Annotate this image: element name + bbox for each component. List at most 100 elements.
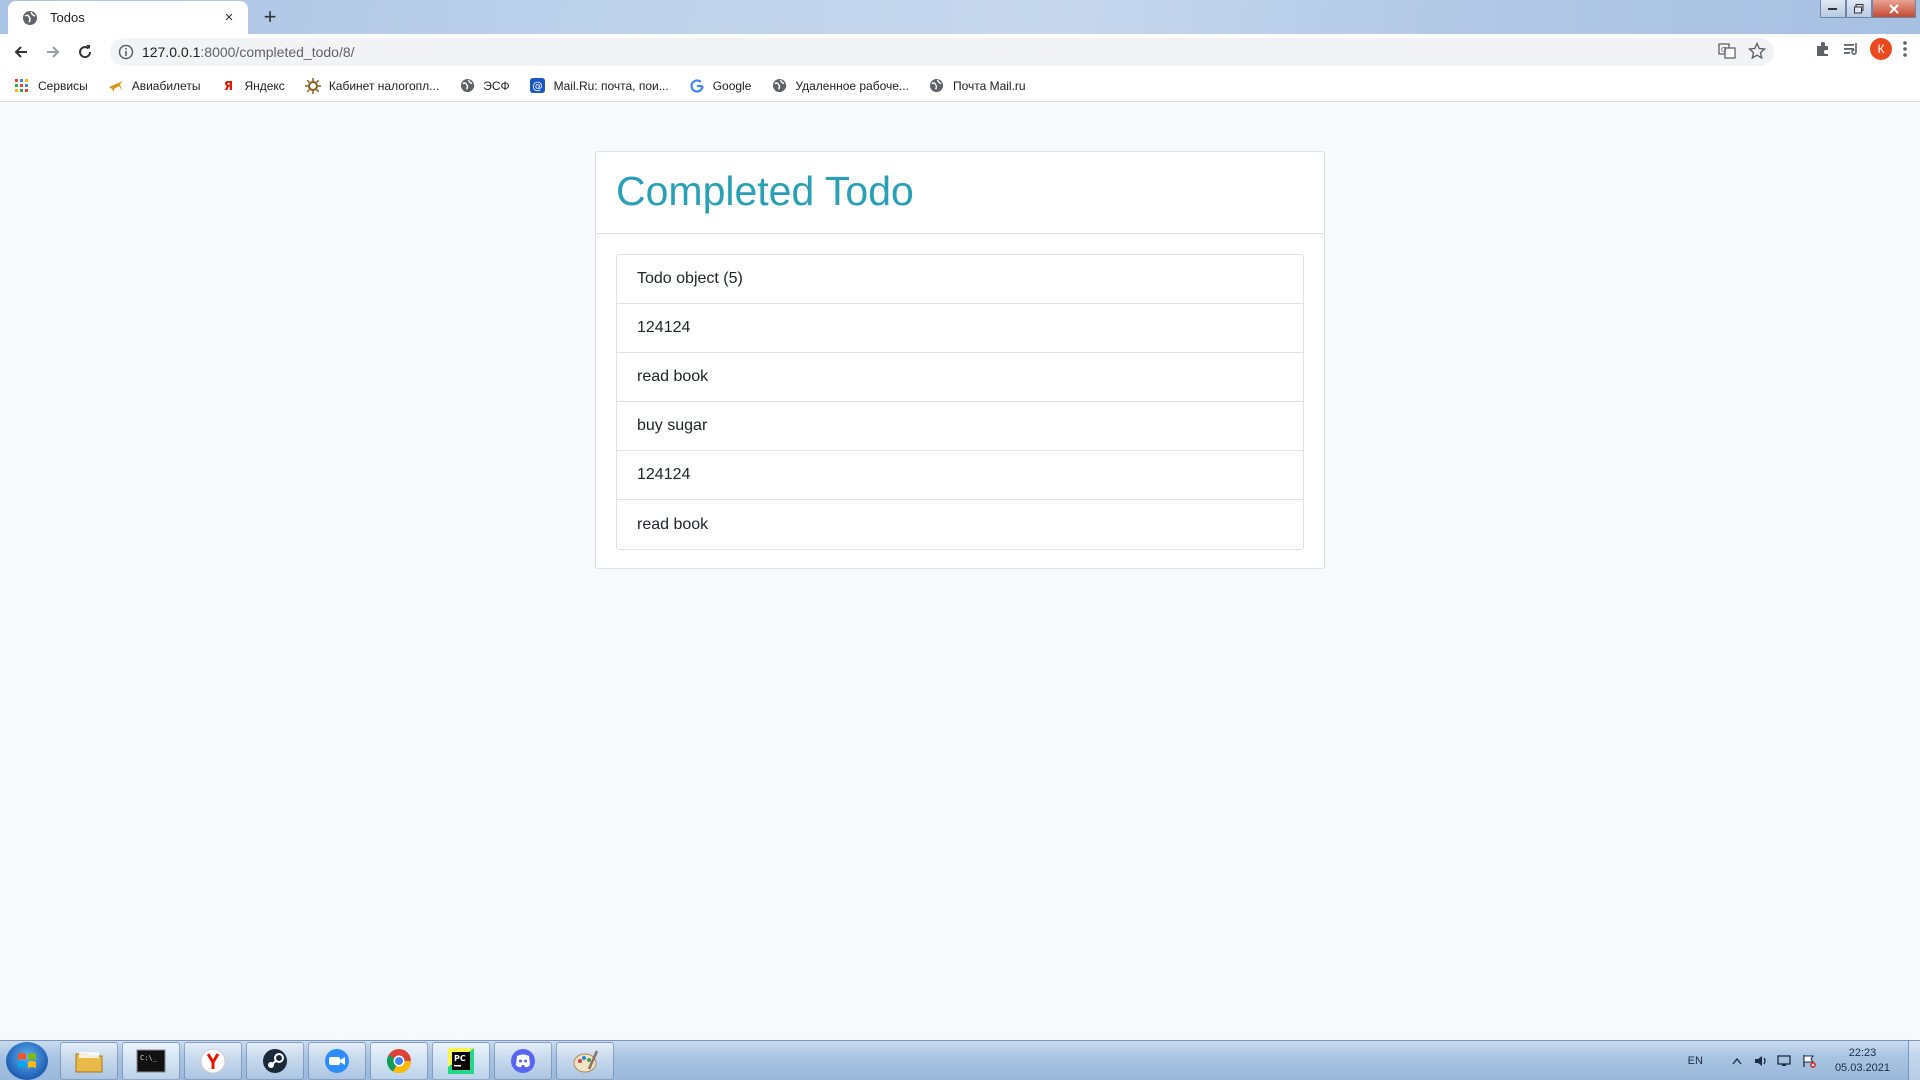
show-hidden-icons-icon[interactable] (1729, 1053, 1745, 1069)
zoom-icon (325, 1049, 349, 1073)
yandex-browser-icon (200, 1048, 226, 1074)
restore-button[interactable] (1846, 0, 1872, 18)
bookmark-yandex[interactable]: Я Яндекс (220, 78, 285, 94)
chrome-icon (386, 1049, 411, 1074)
taskbar-pycharm[interactable]: PC (432, 1042, 490, 1080)
card-body: Todo object (5) 124124 read book buy sug… (596, 234, 1324, 570)
forward-button[interactable] (39, 38, 67, 66)
discord-icon (511, 1049, 535, 1073)
windows-logo-icon (18, 1053, 36, 1068)
network-icon[interactable] (1777, 1053, 1793, 1069)
bookmark-label: Сервисы (38, 78, 88, 93)
close-window-button[interactable] (1872, 0, 1916, 18)
info-icon[interactable] (118, 44, 134, 60)
mail-at-icon: @ (530, 78, 546, 94)
show-desktop-button[interactable] (1908, 1041, 1920, 1080)
back-button[interactable] (7, 38, 35, 66)
bookmarks-bar: Сервисы Авиабилеты Я Яндекс Кабинет нало… (0, 70, 1920, 102)
more-menu-icon[interactable] (1902, 40, 1908, 58)
card-header: Completed Todo (596, 152, 1324, 234)
windows-taskbar: C:\_ PC EN 22:23 05.03.2021 (0, 1040, 1920, 1080)
reload-icon (79, 45, 92, 59)
reload-button[interactable] (71, 38, 99, 66)
url-text: 127.0.0.1:8000/completed_todo/8/ (142, 44, 355, 60)
globe-icon (771, 78, 787, 94)
sun-icon (304, 77, 321, 94)
taskbar-yandex-browser[interactable] (184, 1042, 242, 1080)
bookmark-label: Авиабилеты (131, 78, 201, 93)
page-title: Completed Todo (616, 168, 914, 214)
completed-todo-card: Completed Todo Todo object (5) 124124 re… (595, 151, 1325, 569)
clock-time: 22:23 (1848, 1047, 1877, 1059)
bookmark-mailru[interactable]: @ Mail.Ru: почта, пои... (530, 78, 669, 94)
bookmark-star-icon[interactable] (1748, 42, 1766, 60)
window-controls (1820, 0, 1916, 18)
address-bar[interactable]: 127.0.0.1:8000/completed_todo/8/ G (110, 38, 1774, 66)
svg-text:C:\_: C:\_ (140, 1054, 158, 1062)
taskbar-file-explorer[interactable] (60, 1042, 118, 1080)
tab-todos[interactable]: Todos × (8, 1, 248, 34)
list-item: buy sugar (617, 402, 1303, 451)
clock-date: 05.03.2021 (1834, 1062, 1890, 1074)
bookmark-google[interactable]: Google (689, 78, 752, 94)
tab-close-icon[interactable]: × (220, 9, 238, 27)
bookmark-pochta-mailru[interactable]: Почта Mail.ru (929, 78, 1026, 94)
globe-icon (459, 78, 475, 94)
taskbar-chrome[interactable] (370, 1042, 428, 1080)
svg-text:G: G (1721, 46, 1726, 54)
taskbar-terminal[interactable]: C:\_ (122, 1042, 180, 1080)
profile-avatar[interactable]: К (1870, 38, 1892, 60)
arrow-left-icon (14, 46, 27, 58)
bookmark-label: Удаленное рабоче... (795, 78, 909, 93)
extensions-puzzle-icon[interactable] (1814, 40, 1832, 58)
volume-icon[interactable] (1753, 1053, 1769, 1069)
bookmark-services[interactable]: Сервисы (14, 78, 88, 94)
list-item: read book (617, 500, 1303, 549)
list-item: read book (617, 353, 1303, 402)
file-explorer-icon (75, 1052, 103, 1073)
tab-title: Todos (50, 10, 85, 25)
bookmark-label: Mail.Ru: почта, пои... (553, 78, 669, 93)
apps-grid-icon (14, 78, 30, 94)
bookmark-label: Google (712, 78, 752, 93)
svg-text:PC: PC (454, 1054, 466, 1063)
paint-icon (573, 1050, 599, 1073)
taskbar-paint[interactable] (556, 1042, 614, 1080)
steam-icon (263, 1049, 287, 1073)
bookmark-label: Яндекс (244, 78, 285, 93)
bookmark-aviabilety[interactable]: Авиабилеты (108, 78, 201, 94)
bookmark-label: ЭСФ (483, 78, 510, 93)
system-tray: EN 22:23 05.03.2021 (1688, 1041, 1920, 1080)
bookmark-remote-desktop[interactable]: Удаленное рабоче... (771, 78, 909, 94)
media-queue-icon[interactable] (1842, 40, 1860, 58)
translate-icon[interactable]: G (1718, 42, 1736, 60)
bookmark-label: Почта Mail.ru (952, 78, 1026, 93)
language-indicator[interactable]: EN (1688, 1055, 1703, 1067)
globe-icon (929, 78, 945, 94)
url-host: 127.0.0.1 (142, 44, 201, 60)
browser-toolbar: 127.0.0.1:8000/completed_todo/8/ G К (0, 34, 1920, 70)
todo-list: Todo object (5) 124124 read book buy sug… (616, 254, 1304, 550)
taskbar-zoom[interactable] (308, 1042, 366, 1080)
svg-text:@: @ (532, 80, 542, 92)
start-button[interactable] (6, 1042, 48, 1080)
bookmark-label: Кабинет налогопл... (328, 78, 440, 93)
terminal-icon: C:\_ (136, 1049, 166, 1073)
globe-icon (22, 10, 38, 26)
yandex-icon: Я (223, 78, 234, 93)
system-clock[interactable]: 22:23 05.03.2021 (1835, 1046, 1890, 1076)
airplane-icon (108, 78, 124, 94)
pycharm-icon: PC (448, 1048, 474, 1074)
new-tab-button[interactable]: + (255, 4, 285, 30)
action-center-flag-icon[interactable] (1801, 1053, 1817, 1069)
google-icon (689, 78, 705, 94)
bookmark-esf[interactable]: ЭСФ (459, 78, 510, 94)
browser-titlebar: Todos × + (0, 0, 1920, 34)
omnibox-actions: G (1718, 42, 1766, 60)
taskbar-steam[interactable] (246, 1042, 304, 1080)
list-item: 124124 (617, 304, 1303, 353)
minimize-button[interactable] (1820, 0, 1846, 18)
bookmark-kabinet[interactable]: Кабинет налогопл... (304, 77, 440, 94)
taskbar-discord[interactable] (494, 1042, 552, 1080)
toolbar-right: К (1814, 38, 1908, 60)
